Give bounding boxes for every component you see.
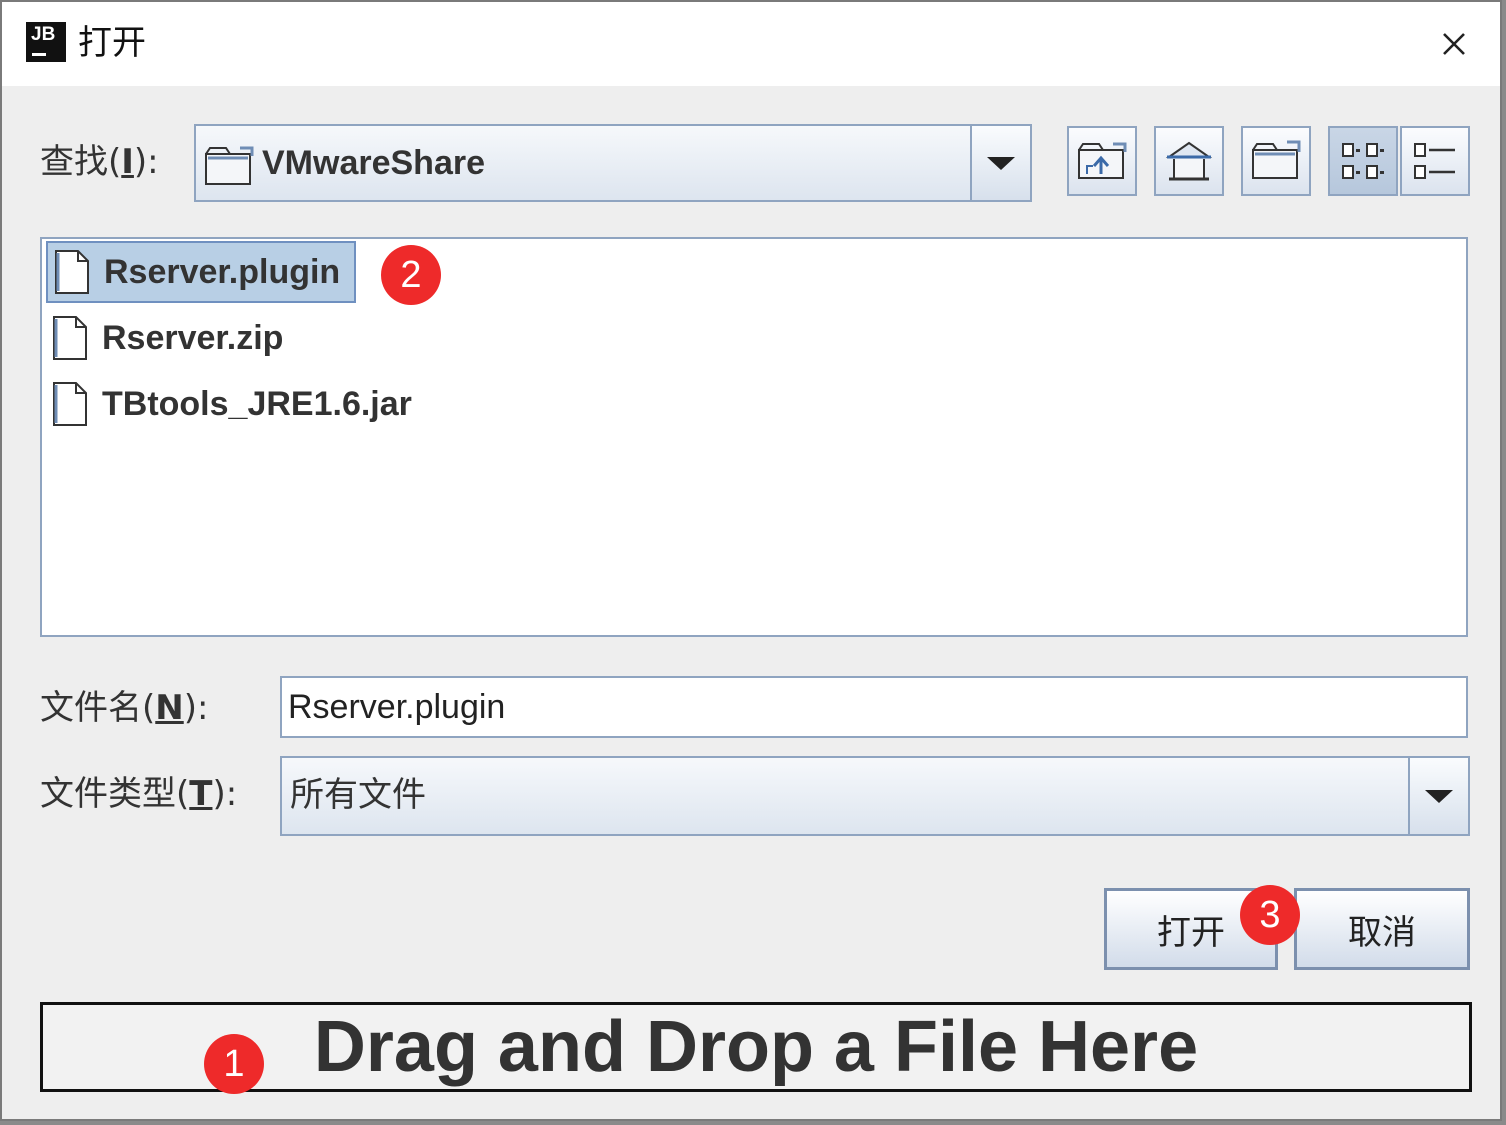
list-view-icon <box>1342 143 1384 179</box>
file-icon <box>53 382 87 426</box>
filetype-dropdown-button[interactable] <box>1408 758 1468 834</box>
title-bar: JB 打开 <box>2 2 1500 86</box>
cancel-button[interactable]: 取消 <box>1294 888 1470 970</box>
filetype-label: 文件类型(T): <box>40 774 238 814</box>
window-title: 打开 <box>78 23 146 63</box>
file-name: Rserver.zip <box>102 318 284 357</box>
list-view-button[interactable] <box>1328 126 1398 196</box>
up-folder-button[interactable] <box>1067 126 1137 196</box>
file-icon <box>53 316 87 360</box>
drag-drop-text: Drag and Drop a File Here <box>313 1007 1199 1087</box>
annotation-marker-1: 1 <box>204 1034 264 1094</box>
app-logo-text: JB <box>31 24 56 45</box>
chevron-down-icon <box>1425 789 1453 803</box>
filetype-value: 所有文件 <box>290 775 426 815</box>
lookin-combo[interactable]: VMwareShare <box>194 124 1032 202</box>
filetype-combo[interactable]: 所有文件 <box>280 756 1470 836</box>
file-item-tbtools-jar[interactable]: TBtools_JRE1.6.jar <box>46 373 426 435</box>
file-item-rserver-zip[interactable]: Rserver.zip <box>46 307 297 369</box>
close-button[interactable] <box>1432 24 1476 64</box>
lookin-dropdown-button[interactable] <box>970 126 1030 200</box>
file-list[interactable]: Rserver.plugin Rserver.zip TBtools_JRE1.… <box>40 237 1468 637</box>
details-view-icon <box>1414 143 1455 179</box>
lookin-value: VMwareShare <box>262 144 485 182</box>
up-folder-icon <box>1078 142 1127 179</box>
file-item-rserver-plugin[interactable]: Rserver.plugin <box>46 241 357 303</box>
home-button[interactable] <box>1154 126 1224 196</box>
details-view-button[interactable] <box>1400 126 1470 196</box>
new-folder-button[interactable] <box>1241 126 1311 196</box>
file-name: TBtools_JRE1.6.jar <box>102 384 412 423</box>
folder-icon <box>205 146 254 185</box>
close-icon <box>1443 33 1465 55</box>
new-folder-icon <box>1252 140 1301 179</box>
chevron-down-icon <box>987 156 1015 170</box>
home-icon <box>1165 141 1213 181</box>
jetbrains-logo-icon: JB <box>26 22 66 62</box>
lookin-label: 查找(I): <box>40 142 159 182</box>
file-name: Rserver.plugin <box>104 252 341 291</box>
annotation-marker-2: 2 <box>381 245 441 305</box>
filename-input[interactable]: Rserver.plugin <box>280 676 1468 738</box>
filename-label: 文件名(N): <box>40 688 209 728</box>
file-icon <box>55 250 89 294</box>
open-dialog: JB 打开 查找(I): VMwareShare Rserver.plugin … <box>0 0 1502 1121</box>
annotation-marker-3: 3 <box>1240 885 1300 945</box>
